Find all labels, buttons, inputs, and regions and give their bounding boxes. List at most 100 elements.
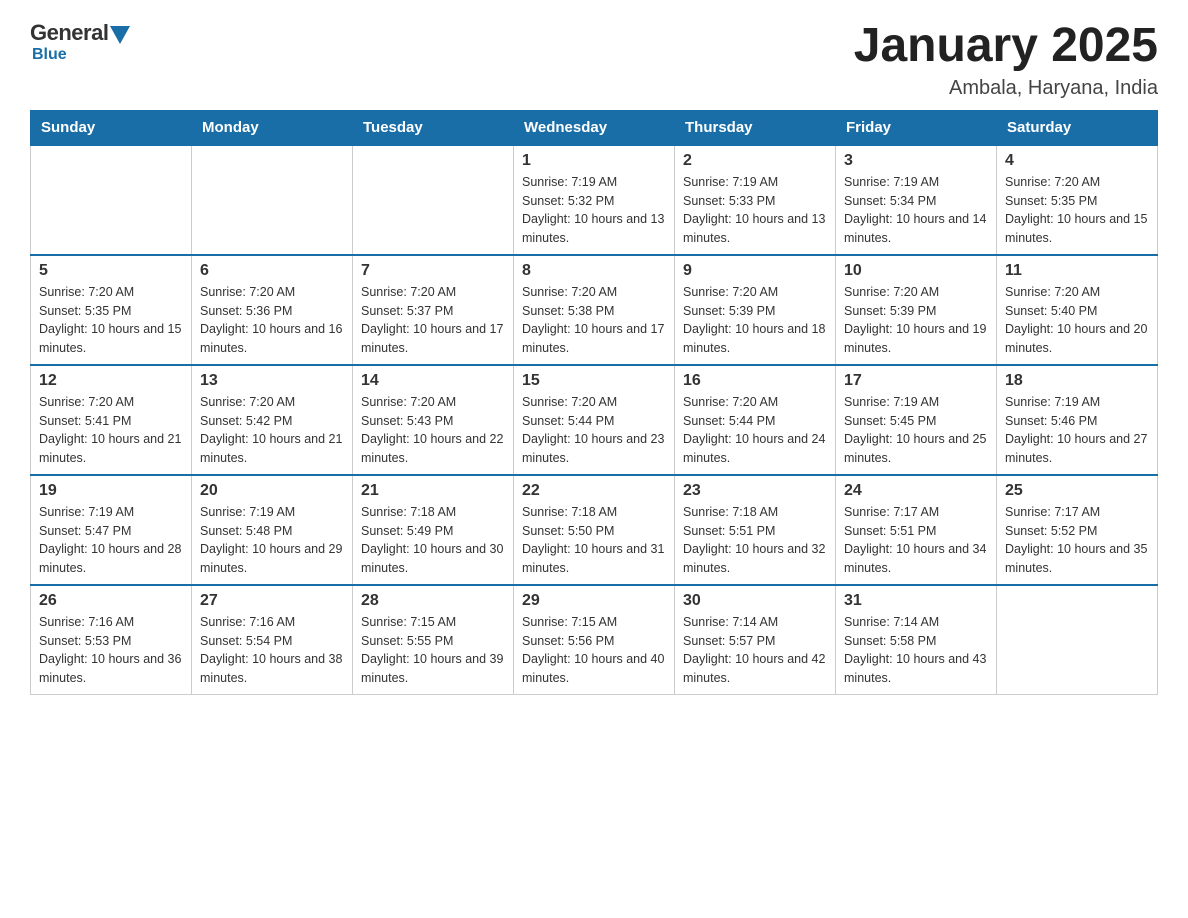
day-info: Sunrise: 7:18 AMSunset: 5:49 PMDaylight:… [361, 503, 505, 578]
day-info: Sunrise: 7:20 AMSunset: 5:39 PMDaylight:… [844, 283, 988, 358]
day-number: 15 [522, 372, 666, 390]
day-info: Sunrise: 7:20 AMSunset: 5:35 PMDaylight:… [39, 283, 183, 358]
header-sunday: Sunday [31, 110, 192, 145]
table-row: 27 Sunrise: 7:16 AMSunset: 5:54 PMDayligh… [192, 585, 353, 695]
calendar-title: January 2025 [854, 20, 1158, 73]
day-info: Sunrise: 7:18 AMSunset: 5:50 PMDaylight:… [522, 503, 666, 578]
day-number: 14 [361, 372, 505, 390]
table-row [192, 145, 353, 255]
table-row: 17 Sunrise: 7:19 AMSunset: 5:45 PMDayligh… [836, 365, 997, 475]
table-row: 8 Sunrise: 7:20 AMSunset: 5:38 PMDaylight… [514, 255, 675, 365]
day-number: 12 [39, 372, 183, 390]
day-info: Sunrise: 7:20 AMSunset: 5:42 PMDaylight:… [200, 393, 344, 468]
table-row: 2 Sunrise: 7:19 AMSunset: 5:33 PMDaylight… [675, 145, 836, 255]
logo[interactable]: General Blue [30, 20, 130, 64]
calendar-week-row: 26 Sunrise: 7:16 AMSunset: 5:53 PMDayligh… [31, 585, 1158, 695]
table-row: 3 Sunrise: 7:19 AMSunset: 5:34 PMDaylight… [836, 145, 997, 255]
day-number: 3 [844, 152, 988, 170]
table-row: 13 Sunrise: 7:20 AMSunset: 5:42 PMDayligh… [192, 365, 353, 475]
day-number: 18 [1005, 372, 1149, 390]
table-row: 5 Sunrise: 7:20 AMSunset: 5:35 PMDaylight… [31, 255, 192, 365]
day-number: 1 [522, 152, 666, 170]
day-info: Sunrise: 7:20 AMSunset: 5:40 PMDaylight:… [1005, 283, 1149, 358]
table-row: 24 Sunrise: 7:17 AMSunset: 5:51 PMDayligh… [836, 475, 997, 585]
day-number: 10 [844, 262, 988, 280]
day-info: Sunrise: 7:19 AMSunset: 5:33 PMDaylight:… [683, 173, 827, 248]
table-row: 16Sunrise: 7:20 AMSunset: 5:44 PMDayligh… [675, 365, 836, 475]
day-info: Sunrise: 7:20 AMSunset: 5:38 PMDaylight:… [522, 283, 666, 358]
table-row: 23Sunrise: 7:18 AMSunset: 5:51 PMDayligh… [675, 475, 836, 585]
day-info: Sunrise: 7:14 AMSunset: 5:58 PMDaylight:… [844, 613, 988, 688]
day-number: 26 [39, 592, 183, 610]
day-number: 4 [1005, 152, 1149, 170]
day-info: Sunrise: 7:14 AMSunset: 5:57 PMDaylight:… [683, 613, 827, 688]
day-info: Sunrise: 7:16 AMSunset: 5:54 PMDaylight:… [200, 613, 344, 688]
day-number: 24 [844, 482, 988, 500]
header-wednesday: Wednesday [514, 110, 675, 145]
table-row: 1Sunrise: 7:19 AMSunset: 5:32 PMDaylight… [514, 145, 675, 255]
day-number: 20 [200, 482, 344, 500]
calendar-week-row: 5 Sunrise: 7:20 AMSunset: 5:35 PMDaylight… [31, 255, 1158, 365]
day-number: 8 [522, 262, 666, 280]
day-number: 30 [683, 592, 827, 610]
table-row: 6 Sunrise: 7:20 AMSunset: 5:36 PMDaylight… [192, 255, 353, 365]
day-number: 29 [522, 592, 666, 610]
day-number: 9 [683, 262, 827, 280]
day-number: 2 [683, 152, 827, 170]
table-row: 7 Sunrise: 7:20 AMSunset: 5:37 PMDaylight… [353, 255, 514, 365]
day-number: 21 [361, 482, 505, 500]
logo-triangle-icon [110, 26, 130, 44]
table-row: 25 Sunrise: 7:17 AMSunset: 5:52 PMDayligh… [997, 475, 1158, 585]
calendar-week-row: 12Sunrise: 7:20 AMSunset: 5:41 PMDayligh… [31, 365, 1158, 475]
day-number: 25 [1005, 482, 1149, 500]
day-info: Sunrise: 7:15 AMSunset: 5:55 PMDaylight:… [361, 613, 505, 688]
day-number: 17 [844, 372, 988, 390]
day-info: Sunrise: 7:19 AMSunset: 5:46 PMDaylight:… [1005, 393, 1149, 468]
day-number: 27 [200, 592, 344, 610]
calendar-table: Sunday Monday Tuesday Wednesday Thursday… [30, 110, 1158, 695]
table-row: 30 Sunrise: 7:14 AMSunset: 5:57 PMDayligh… [675, 585, 836, 695]
day-info: Sunrise: 7:18 AMSunset: 5:51 PMDaylight:… [683, 503, 827, 578]
table-row: 28 Sunrise: 7:15 AMSunset: 5:55 PMDayligh… [353, 585, 514, 695]
table-row [31, 145, 192, 255]
table-row: 18 Sunrise: 7:19 AMSunset: 5:46 PMDayligh… [997, 365, 1158, 475]
day-number: 7 [361, 262, 505, 280]
day-info: Sunrise: 7:20 AMSunset: 5:37 PMDaylight:… [361, 283, 505, 358]
title-section: January 2025 Ambala, Haryana, India [854, 20, 1158, 100]
day-info: Sunrise: 7:16 AMSunset: 5:53 PMDaylight:… [39, 613, 183, 688]
location-subtitle: Ambala, Haryana, India [854, 77, 1158, 100]
table-row: 21 Sunrise: 7:18 AMSunset: 5:49 PMDayligh… [353, 475, 514, 585]
header-thursday: Thursday [675, 110, 836, 145]
day-info: Sunrise: 7:17 AMSunset: 5:51 PMDaylight:… [844, 503, 988, 578]
day-number: 13 [200, 372, 344, 390]
day-number: 5 [39, 262, 183, 280]
page-header: General Blue January 2025 Ambala, Haryan… [30, 20, 1158, 100]
calendar-header-row: Sunday Monday Tuesday Wednesday Thursday… [31, 110, 1158, 145]
table-row [353, 145, 514, 255]
day-info: Sunrise: 7:19 AMSunset: 5:48 PMDaylight:… [200, 503, 344, 578]
day-info: Sunrise: 7:19 AMSunset: 5:34 PMDaylight:… [844, 173, 988, 248]
calendar-week-row: 1Sunrise: 7:19 AMSunset: 5:32 PMDaylight… [31, 145, 1158, 255]
day-info: Sunrise: 7:20 AMSunset: 5:43 PMDaylight:… [361, 393, 505, 468]
header-monday: Monday [192, 110, 353, 145]
table-row: 9Sunrise: 7:20 AMSunset: 5:39 PMDaylight… [675, 255, 836, 365]
day-number: 31 [844, 592, 988, 610]
day-number: 6 [200, 262, 344, 280]
day-info: Sunrise: 7:20 AMSunset: 5:35 PMDaylight:… [1005, 173, 1149, 248]
header-friday: Friday [836, 110, 997, 145]
table-row [997, 585, 1158, 695]
day-number: 28 [361, 592, 505, 610]
table-row: 31 Sunrise: 7:14 AMSunset: 5:58 PMDayligh… [836, 585, 997, 695]
day-info: Sunrise: 7:17 AMSunset: 5:52 PMDaylight:… [1005, 503, 1149, 578]
table-row: 12Sunrise: 7:20 AMSunset: 5:41 PMDayligh… [31, 365, 192, 475]
table-row: 29Sunrise: 7:15 AMSunset: 5:56 PMDayligh… [514, 585, 675, 695]
day-info: Sunrise: 7:19 AMSunset: 5:47 PMDaylight:… [39, 503, 183, 578]
day-info: Sunrise: 7:19 AMSunset: 5:45 PMDaylight:… [844, 393, 988, 468]
table-row: 19Sunrise: 7:19 AMSunset: 5:47 PMDayligh… [31, 475, 192, 585]
day-info: Sunrise: 7:20 AMSunset: 5:36 PMDaylight:… [200, 283, 344, 358]
day-number: 22 [522, 482, 666, 500]
day-number: 16 [683, 372, 827, 390]
table-row: 4 Sunrise: 7:20 AMSunset: 5:35 PMDaylight… [997, 145, 1158, 255]
table-row: 22 Sunrise: 7:18 AMSunset: 5:50 PMDayligh… [514, 475, 675, 585]
header-tuesday: Tuesday [353, 110, 514, 145]
